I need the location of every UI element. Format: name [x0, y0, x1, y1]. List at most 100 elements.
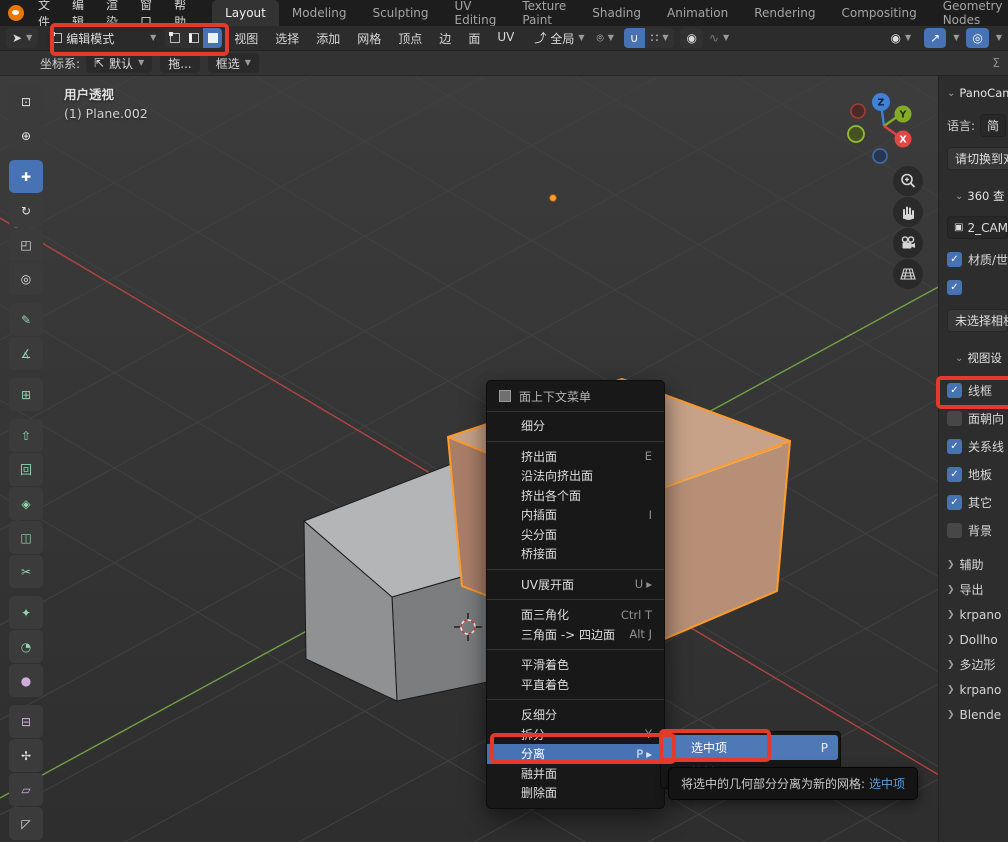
face-select-mode-button[interactable] — [203, 28, 222, 48]
context-menu-item[interactable] — [487, 599, 664, 600]
poly-build-tool[interactable]: ✦ — [9, 596, 43, 629]
view-setting-checkbox-row[interactable]: 其它 — [947, 492, 1008, 512]
switch-mode-button[interactable]: 请切换到对 — [947, 147, 1008, 170]
context-menu-item[interactable] — [487, 441, 664, 442]
orthographic-toggle-button[interactable] — [893, 259, 923, 289]
panel-header-360-viewer[interactable]: 360 查 — [955, 188, 1008, 204]
viewport-menu-item[interactable]: 添加 — [316, 30, 340, 47]
extrude-region-tool[interactable]: ⇧ — [9, 419, 43, 452]
edge-slide-tool[interactable]: ⊟ — [9, 705, 43, 738]
vertex-select-mode-button[interactable] — [165, 28, 184, 48]
gizmo-minus-y-handle[interactable] — [848, 126, 864, 142]
show-overlays-toggle[interactable]: ◎ — [966, 28, 988, 48]
viewport-menu-item[interactable]: 面 — [468, 30, 480, 47]
workspace-tab[interactable]: Compositing — [828, 0, 929, 26]
menu-item-shade-flat[interactable]: 平直着色 — [487, 675, 664, 695]
snap-settings-dropdown[interactable]: ∷▼ — [645, 28, 675, 48]
viewport-menu-item[interactable]: 网格 — [357, 30, 381, 47]
pivot-point-dropdown[interactable]: ⌾▼ — [591, 28, 620, 48]
drag-dropdown[interactable]: 拖... — [160, 53, 199, 73]
menu-item-bridge-faces[interactable]: 桥接面 — [487, 544, 664, 564]
no-camera-button[interactable]: 未选择相机 — [947, 309, 1008, 332]
menu-item-uv-unwrap[interactable]: UV展开面 U — [487, 575, 664, 595]
add-cube-tool[interactable]: ⊞ — [9, 378, 43, 411]
camera-select-dropdown[interactable]: ▣ 2_CAM — [947, 216, 1008, 239]
zoom-button[interactable] — [893, 166, 923, 196]
viewport-menu-item[interactable]: 顶点 — [398, 30, 422, 47]
scale-tool[interactable]: ◰ — [9, 228, 43, 261]
menu-item-tris-to-quads[interactable]: 三角面 -> 四边面 Alt J — [487, 625, 664, 645]
collapsed-panel-header[interactable]: 辅助 — [947, 552, 1008, 577]
menu-item-poke-faces[interactable]: 尖分面 — [487, 525, 664, 545]
workspace-tab[interactable]: Geometry Nodes — [930, 0, 1008, 26]
workspace-tab[interactable]: Shading — [579, 0, 654, 26]
workspace-tab[interactable]: Texture Paint — [509, 0, 579, 26]
menu-item-extrude-along-normals[interactable]: 沿法向挤出面 — [487, 466, 664, 486]
active-tool-dropdown[interactable]: ➤▼ — [6, 28, 38, 48]
select-box-tool[interactable]: ⊡ — [9, 85, 43, 118]
context-menu-item[interactable] — [487, 699, 664, 700]
menu-item-dissolve-faces[interactable]: 融并面 — [487, 764, 664, 784]
pan-button[interactable] — [893, 197, 923, 227]
collapsed-panel-header[interactable]: Dollho — [947, 627, 1008, 652]
coordinate-system-dropdown[interactable]: ⇱ 默认 ▼ — [86, 53, 152, 73]
workspace-tab[interactable]: Animation — [654, 0, 741, 26]
gizmo-minus-x-handle[interactable] — [851, 104, 865, 118]
unnamed-checkbox-row[interactable] — [947, 277, 1008, 297]
viewport-menu-item[interactable]: 选择 — [275, 30, 299, 47]
collapsed-panel-header[interactable]: 导出 — [947, 577, 1008, 602]
panel-header-panocam[interactable]: PanoCam — [947, 86, 1008, 100]
submenu-item-selection[interactable]: 选中项 P — [663, 735, 838, 760]
view-setting-checkbox-row[interactable]: 面朝向 — [947, 408, 1008, 428]
blender-logo-icon[interactable] — [8, 5, 24, 21]
workspace-tab[interactable]: Layout — [212, 0, 279, 26]
navigation-gizmo[interactable]: Z Y X — [840, 88, 920, 168]
show-object-types-dropdown[interactable]: ◉▼ — [885, 28, 918, 48]
collapsed-panel-header[interactable]: krpano — [947, 602, 1008, 627]
context-menu-item[interactable] — [487, 649, 664, 650]
interaction-mode-dropdown[interactable]: 编辑模式 ▼ — [46, 28, 162, 48]
collapsed-panel-header[interactable]: Blende — [947, 702, 1008, 727]
viewport-3d[interactable]: 用户透视 (1) Plane.002 ⊡ ⊕ ✚ ↻ ◰ ◎ ✎ — [0, 76, 1008, 842]
transform-tool[interactable]: ◎ — [9, 262, 43, 295]
falloff-dropdown[interactable]: ∿▼ — [703, 28, 735, 48]
workspace-tab[interactable]: UV Editing — [442, 0, 510, 26]
chevron-down-icon[interactable]: ▼ — [996, 34, 1002, 42]
workspace-tab[interactable]: Modeling — [279, 0, 360, 26]
gizmo-minus-z-handle[interactable] — [873, 149, 887, 163]
view-setting-checkbox-row[interactable]: 关系线 — [947, 436, 1008, 456]
snap-toggle-button[interactable]: ∪ — [624, 28, 645, 48]
menu-item-extrude-individual[interactable]: 挤出各个面 — [487, 486, 664, 506]
transform-orientation-dropdown[interactable]: ⤴ 全局 ▼ — [528, 28, 590, 48]
workspace-tab[interactable]: Sculpting — [359, 0, 441, 26]
collapsed-panel-header[interactable]: 多边形 — [947, 652, 1008, 677]
menu-item-shade-smooth[interactable]: 平滑着色 — [487, 655, 664, 675]
rotate-tool[interactable]: ↻ — [9, 194, 43, 227]
menu-item-unsubdivide[interactable]: 反细分 — [487, 705, 664, 725]
rip-region-tool[interactable]: ◸ — [9, 807, 43, 840]
workspace-tab[interactable]: Rendering — [741, 0, 828, 26]
options-corner-icon[interactable]: Σ — [992, 57, 1000, 69]
shear-tool[interactable]: ▱ — [9, 773, 43, 806]
show-gizmo-toggle[interactable]: ↗ — [924, 28, 946, 48]
menu-item-split[interactable]: 拆分 Y — [487, 725, 664, 745]
cursor-tool[interactable]: ⊕ — [9, 119, 43, 152]
view-setting-checkbox-row[interactable]: 地板 — [947, 464, 1008, 484]
inset-faces-tool[interactable]: 回 — [9, 453, 43, 486]
menu-item-extrude-faces[interactable]: 挤出面 E — [487, 447, 664, 467]
menu-item-triangulate[interactable]: 面三角化 Ctrl T — [487, 605, 664, 625]
smooth-tool[interactable]: ● — [9, 664, 43, 697]
bevel-tool[interactable]: ◈ — [9, 487, 43, 520]
view-setting-checkbox-row[interactable]: 背景 — [947, 520, 1008, 540]
spin-tool[interactable]: ◔ — [9, 630, 43, 663]
loop-cut-tool[interactable]: ◫ — [9, 521, 43, 554]
view-setting-checkbox-row[interactable]: 线框 — [947, 380, 1008, 400]
panel-header-view-settings[interactable]: 视图设 — [955, 350, 1008, 366]
knife-tool[interactable]: ✂ — [9, 555, 43, 588]
select-box-mode-dropdown[interactable]: 框选 ▼ — [208, 53, 259, 73]
menu-item-delete-faces[interactable]: 删除面 — [487, 783, 664, 803]
menu-item-separate[interactable]: 分离 P — [487, 744, 664, 764]
material-world-checkbox-row[interactable]: 材质/世界 — [947, 249, 1008, 269]
context-menu-item[interactable] — [487, 569, 664, 570]
viewport-menu-item[interactable]: 边 — [439, 30, 451, 47]
